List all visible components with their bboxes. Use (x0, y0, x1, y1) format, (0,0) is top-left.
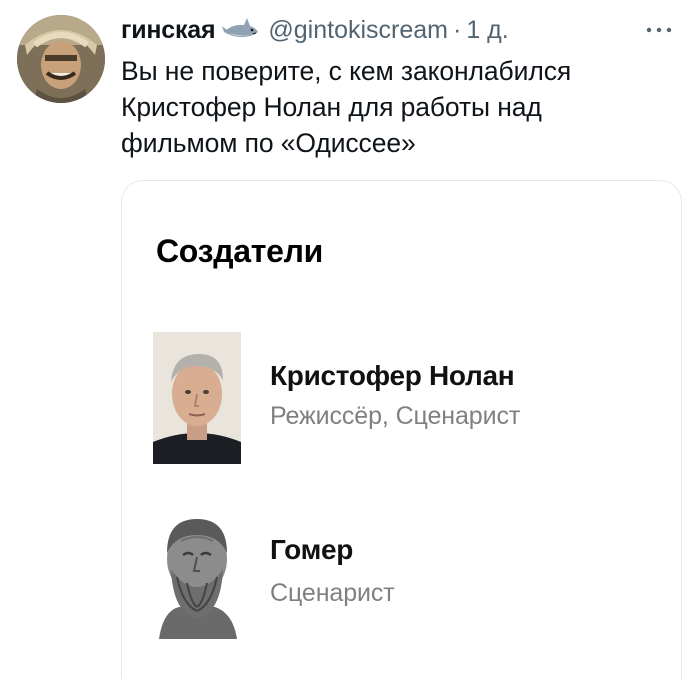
creator-item[interactable]: Кристофер Нолан Режиссёр, Сценарист (153, 332, 653, 464)
person-name[interactable]: Кристофер Нолан (270, 360, 515, 392)
more-horizontal-icon[interactable] (641, 20, 677, 40)
tweet-header: гинская @gintokiscream · 1 д. (121, 14, 680, 46)
person-photo (153, 332, 241, 464)
tweet: гинская @gintokiscream · 1 д. Вы не пове… (0, 0, 700, 679)
author-name[interactable]: гинская (121, 16, 216, 45)
person-name[interactable]: Гомер (270, 534, 353, 566)
author-handle[interactable]: @gintokiscream (268, 16, 448, 45)
bust-photo (153, 507, 241, 639)
author-avatar[interactable] (17, 15, 105, 103)
card-title: Создатели (156, 233, 324, 269)
person-role: Сценарист (270, 579, 395, 607)
tweet-text: Вы не поверите, с кем законлабился Крист… (121, 56, 572, 158)
tweet-time[interactable]: 1 д. (466, 16, 508, 45)
shark-emoji-icon (222, 16, 260, 44)
person-role: Режиссёр, Сценарист (270, 402, 521, 430)
separator-dot: · (453, 15, 462, 44)
avatar-image (17, 15, 105, 103)
creator-item[interactable]: Гомер Сценарист (153, 507, 653, 639)
creators-card[interactable]: Создатели Кристофер Нолан Режиссёр, Сцен… (121, 180, 682, 679)
